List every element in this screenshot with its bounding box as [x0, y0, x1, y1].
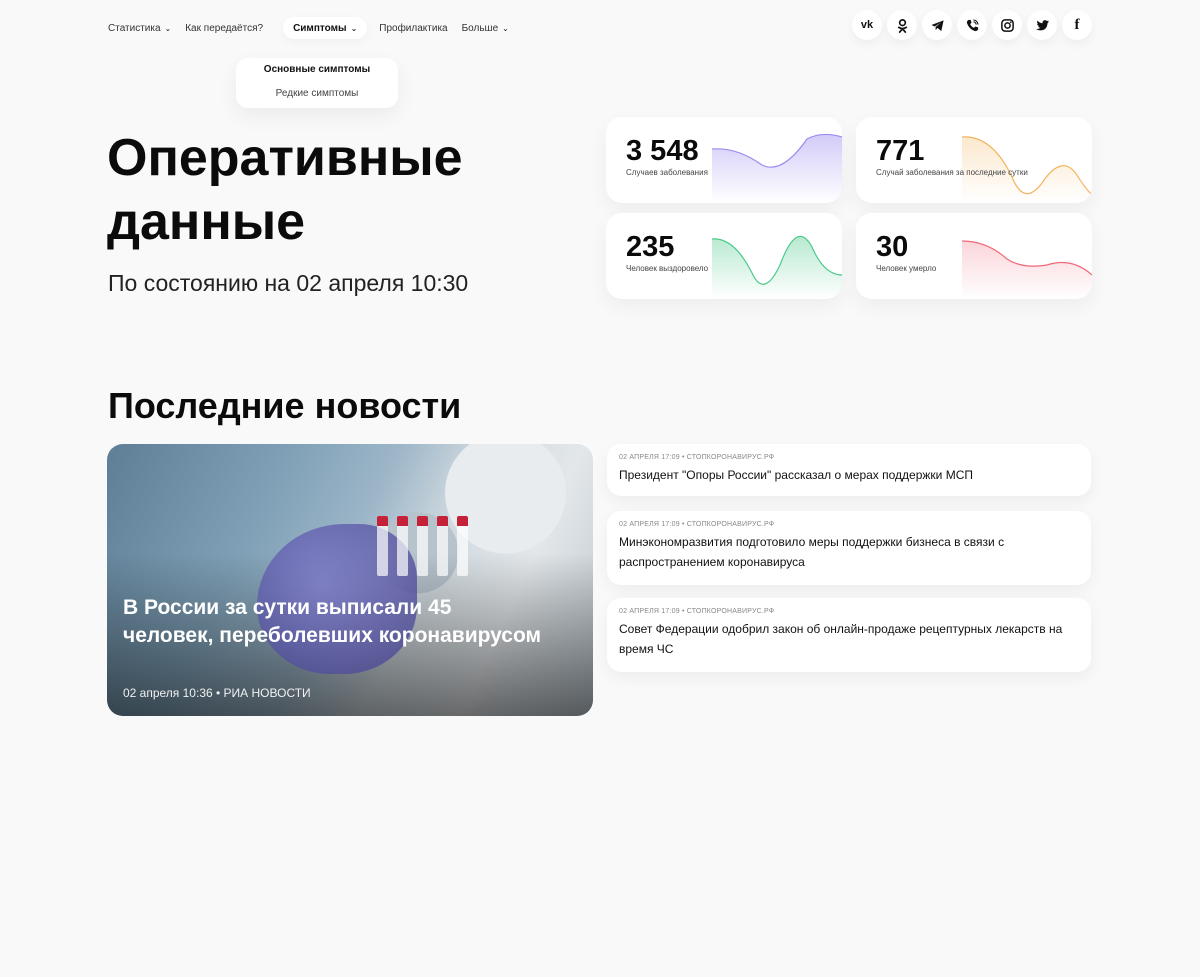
stat-wave-chart [712, 235, 842, 299]
telegram-glyph [930, 19, 944, 31]
dropdown-item-main-symptoms[interactable]: Основные симптомы [236, 64, 398, 75]
news-item-title: Минэкономразвития подготовило меры подде… [619, 535, 1005, 569]
stat-label: Человек умерло [876, 264, 937, 273]
viber-glyph [966, 18, 979, 31]
twitter-icon[interactable] [1027, 10, 1057, 40]
stat-label: Случай заболевания за последние сутки [876, 168, 1028, 177]
wave-area [712, 134, 842, 203]
nav-item-label: Как передаётся? [185, 22, 264, 34]
chevron-down-icon: ⌄ [164, 23, 172, 33]
stat-value: 771 [876, 135, 925, 167]
nav-item-more[interactable]: Больше ⌄ [462, 17, 509, 39]
chevron-down-icon: ⌄ [502, 23, 509, 33]
odnoklassniki-icon[interactable] [887, 10, 917, 40]
dropdown-item-rare-symptoms[interactable]: Редкие симптомы [236, 88, 398, 99]
test-tubes-illustration [377, 516, 477, 586]
stat-wave-chart [962, 136, 1092, 203]
nav-item-transmission[interactable]: Как передаётся? [185, 17, 263, 39]
news-item[interactable]: 02 апреля 17:09 • стопкоронавирус.рф Пре… [607, 444, 1091, 496]
chevron-down-icon: ⌄ [350, 23, 358, 33]
featured-news-card[interactable]: В России за сутки выписали 45 человек, п… [107, 444, 593, 716]
social-links: vk f [847, 10, 1092, 40]
stat-label: Случаев заболевания [626, 168, 708, 177]
news-item-meta: 02 апреля 17:09 • стопкоронавирус.рф [619, 608, 775, 615]
instagram-icon[interactable] [992, 10, 1022, 40]
featured-news-title: В России за сутки выписали 45 человек, п… [123, 596, 542, 647]
news-item-title: Совет Федерации одобрил закон об онлайн-… [619, 622, 1063, 656]
facebook-icon[interactable]: f [1062, 10, 1092, 40]
nav-item-label: Симптомы [293, 22, 347, 34]
viber-icon[interactable] [957, 10, 987, 40]
nav-item-label: Больше [461, 22, 499, 34]
facebook-label: f [1074, 16, 1080, 33]
stat-wave-chart [962, 240, 1092, 299]
vk-label: vk [860, 19, 874, 31]
twitter-glyph [1035, 19, 1049, 30]
symptoms-dropdown: Основные симптомы Редкие симптомы [236, 58, 398, 108]
nav-item-prevention[interactable]: Профилактика [379, 17, 447, 39]
stat-value: 3 548 [626, 135, 699, 167]
main-nav: Статистика ⌄ Как передаётся? Симптомы ⌄ … [108, 17, 523, 39]
stat-value: 30 [876, 231, 909, 263]
news-item-meta: 02 апреля 17:09 • стопкоронавирус.рф [619, 521, 775, 528]
news-item[interactable]: 02 апреля 17:09 • стопкоронавирус.рф Мин… [607, 511, 1091, 585]
news-section-title: Последние новости [108, 385, 462, 426]
news-item[interactable]: 02 апреля 17:09 • стопкоронавирус.рф Сов… [607, 598, 1091, 672]
wave-area [962, 241, 1092, 299]
stat-card-recovered: 235 Человек выздоровело [606, 213, 842, 299]
hero-subtitle: По состоянию на 02 апреля 10:30 [108, 270, 469, 296]
nav-item-label: Статистика [108, 22, 161, 34]
nav-item-symptoms[interactable]: Симптомы ⌄ [283, 17, 368, 39]
news-item-meta: 02 апреля 17:09 • стопкоронавирус.рф [619, 454, 775, 461]
nav-item-label: Профилактика [379, 22, 448, 34]
instagram-glyph [1000, 18, 1014, 32]
stat-label: Человек выздоровело [626, 264, 709, 273]
stat-wave-chart [712, 133, 842, 203]
featured-news-meta: 02 апреля 10:36 • РИА НОВОСТИ [123, 686, 311, 700]
odnoklassniki-glyph [897, 18, 907, 33]
hero-title: Оперативные данные [107, 129, 463, 251]
vk-icon[interactable]: vk [852, 10, 882, 40]
stat-value: 235 [626, 231, 675, 263]
telegram-icon[interactable] [922, 10, 952, 40]
stat-card-deaths: 30 Человек умерло [856, 213, 1092, 299]
news-item-title: Президент "Опоры России" рассказал о мер… [619, 468, 973, 482]
nav-item-statistics[interactable]: Статистика ⌄ [108, 17, 171, 39]
stat-card-cases: 3 548 Случаев заболевания [606, 117, 842, 203]
stat-card-daily-cases: 771 Случай заболевания за последние сутк… [856, 117, 1092, 203]
